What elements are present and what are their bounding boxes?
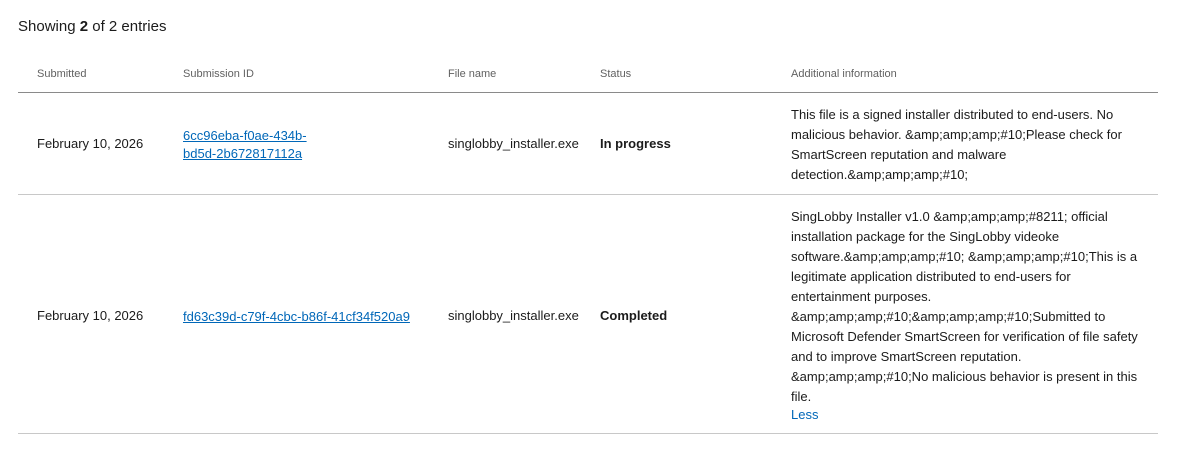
additional-information-cell: SingLobby Installer v1.0 &amp;amp;amp;#8…: [791, 207, 1151, 423]
header-file-name[interactable]: File name: [448, 68, 496, 80]
submission-id-link[interactable]: 6cc96eba-f0ae-434b-bd5d-2b672817112a: [183, 128, 307, 161]
header-status[interactable]: Status: [600, 68, 631, 80]
header-submission-id[interactable]: Submission ID: [183, 68, 254, 80]
table-header: Submitted Submission ID File name Status…: [18, 58, 1158, 93]
entries-summary: Showing 2 of 2 entries: [18, 18, 166, 35]
status-text: In progress: [600, 136, 671, 151]
summary-suffix: of 2 entries: [88, 18, 167, 35]
status-text: Completed: [600, 308, 668, 323]
header-submitted[interactable]: Submitted: [37, 68, 87, 80]
table-row: February 10, 2026 6cc96eba-f0ae-434b-bd5…: [18, 93, 1158, 195]
file-name: singlobby_installer.exe: [448, 308, 579, 323]
submission-id-cell: fd63c39d-c79f-4cbc-b86f-41cf34f520a9: [183, 308, 443, 326]
summary-prefix: Showing: [18, 18, 80, 35]
additional-information: SingLobby Installer v1.0 &amp;amp;amp;#8…: [791, 209, 1138, 404]
additional-information: This file is a signed installer distribu…: [791, 107, 1122, 182]
submissions-table: Submitted Submission ID File name Status…: [18, 58, 1158, 434]
table-row: February 10, 2026 fd63c39d-c79f-4cbc-b86…: [18, 195, 1158, 434]
submission-id-cell: 6cc96eba-f0ae-434b-bd5d-2b672817112a: [183, 127, 333, 163]
submitted-date: February 10, 2026: [37, 308, 144, 323]
submission-id-link[interactable]: fd63c39d-c79f-4cbc-b86f-41cf34f520a9: [183, 309, 410, 324]
submitted-date: February 10, 2026: [37, 136, 144, 151]
summary-count: 2: [79, 18, 89, 35]
header-additional-information[interactable]: Additional information: [791, 68, 897, 80]
less-toggle-link[interactable]: Less: [791, 407, 1151, 423]
file-name: singlobby_installer.exe: [448, 136, 579, 151]
